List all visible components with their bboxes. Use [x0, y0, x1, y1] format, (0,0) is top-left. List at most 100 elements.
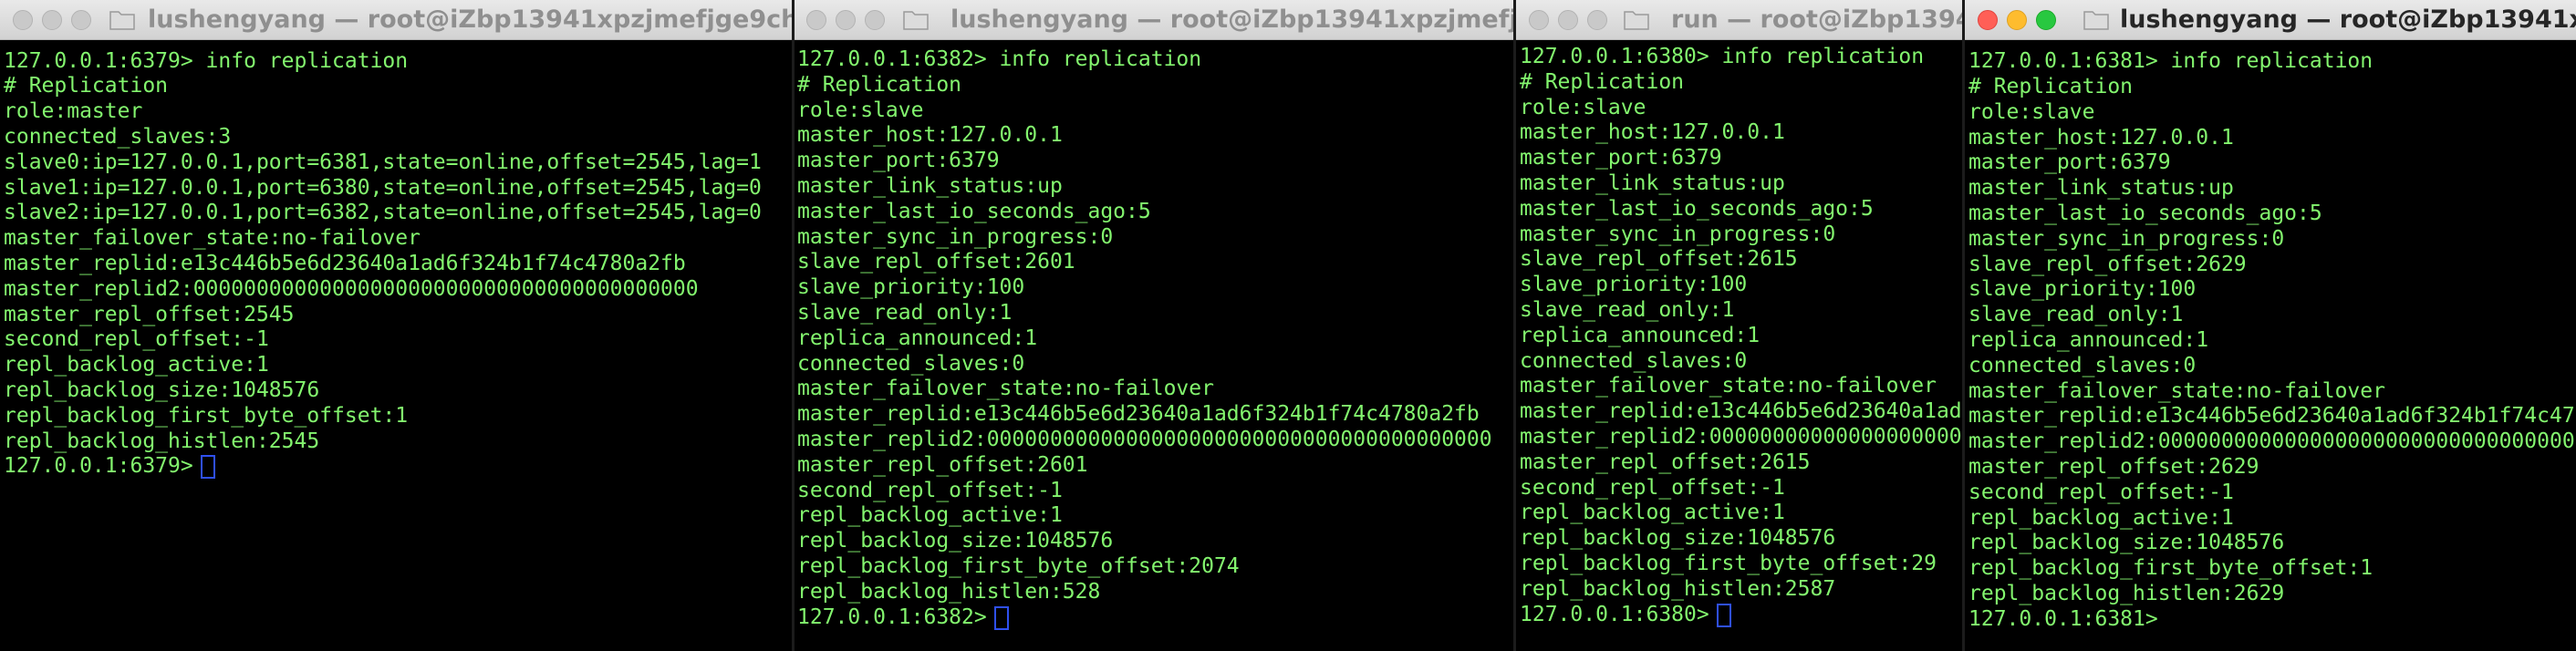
terminal-line: master_replid:e13c446b5e6d23640a1ad6f324… — [1968, 404, 2576, 428]
terminal-line: connected_slaves:0 — [797, 352, 1025, 376]
title-bar[interactable]: lushengyang — root@iZbp13941xpzjmef — [1965, 0, 2576, 40]
command-prompt[interactable]: 127.0.0.1:6382> — [797, 605, 1009, 630]
terminal-line: slave_read_only:1 — [797, 301, 1013, 325]
terminal-line: 127.0.0.1:6380> info replication — [1520, 45, 1925, 68]
title-bar[interactable]: lushengyang — root@iZbp13941xpzjmefjge9c… — [794, 0, 1514, 40]
terminal-line: slave_read_only:1 — [1968, 303, 2184, 326]
terminal-line: second_repl_offset:-1 — [1520, 476, 1785, 500]
terminal-line: replica_announced:1 — [1520, 324, 1761, 347]
terminal-window-6380[interactable]: run — root@iZbp13941xpzjme 127.0.0.1:638… — [1516, 0, 1963, 651]
terminal-line: master_replid:e13c446b5e6d23640a1ad6f324… — [1520, 399, 1963, 423]
terminal-line: second_repl_offset:-1 — [1968, 480, 2234, 504]
minimize-button[interactable] — [836, 10, 856, 30]
terminal-line: slave_repl_offset:2615 — [1520, 247, 1798, 271]
title-bar[interactable]: lushengyang — root@iZbp13941xpzjmefjge9c… — [0, 0, 792, 40]
terminal-line: connected_slaves:0 — [1968, 354, 2197, 377]
terminal-line: repl_backlog_size:1048576 — [797, 529, 1114, 553]
terminal-line: master_repl_offset:2545 — [4, 303, 295, 326]
terminal-line: slave_repl_offset:2601 — [797, 250, 1075, 274]
terminal-output[interactable]: 127.0.0.1:6381> info replication # Repli… — [1965, 40, 2576, 651]
terminal-line: repl_backlog_active:1 — [1520, 501, 1785, 524]
terminal-line: 127.0.0.1:6379> info replication — [4, 49, 409, 73]
zoom-button[interactable] — [865, 10, 885, 30]
text-cursor — [1716, 603, 1731, 627]
minimize-button[interactable] — [42, 10, 62, 30]
terminal-line: master_last_io_seconds_ago:5 — [797, 200, 1151, 223]
terminal-line: repl_backlog_active:1 — [797, 503, 1063, 527]
terminal-line: repl_backlog_size:1048576 — [1968, 531, 2285, 554]
terminal-output[interactable]: 127.0.0.1:6382> info replication # Repli… — [794, 40, 1514, 651]
title-bar[interactable]: run — root@iZbp13941xpzjme — [1516, 0, 1963, 40]
folder-icon — [2083, 11, 2109, 30]
window-divider — [1962, 0, 1965, 651]
terminal-line: replica_announced:1 — [797, 326, 1038, 350]
terminal-line: role:master — [4, 99, 143, 123]
close-button[interactable] — [806, 10, 826, 30]
terminal-line: repl_backlog_size:1048576 — [4, 378, 320, 402]
close-button[interactable] — [1978, 10, 1998, 30]
terminal-line: slave1:ip=127.0.0.1,port=6380,state=onli… — [4, 176, 762, 200]
terminal-line: 127.0.0.1:6382> info replication — [797, 47, 1202, 71]
terminal-line: slave_priority:100 — [1968, 277, 2197, 301]
window-title: lushengyang — root@iZbp13941xpzjmef — [2120, 5, 2576, 34]
terminal-line: # Replication — [4, 74, 169, 98]
command-prompt[interactable]: 127.0.0.1:6381> — [1968, 607, 2158, 632]
terminal-line: connected_slaves:0 — [1520, 349, 1748, 373]
terminal-line: slave0:ip=127.0.0.1,port=6381,state=onli… — [4, 150, 762, 174]
close-button[interactable] — [13, 10, 33, 30]
command-prompt[interactable]: 127.0.0.1:6379> — [4, 454, 215, 479]
terminal-line: role:slave — [797, 98, 924, 122]
terminal-line: master_host:127.0.0.1 — [797, 123, 1063, 147]
terminal-line: repl_backlog_first_byte_offset:1 — [1968, 556, 2373, 580]
terminal-line: role:slave — [1968, 100, 2095, 124]
terminal-line: second_repl_offset:-1 — [4, 327, 269, 351]
terminal-line: master_replid2:0000000000000000000000000… — [4, 277, 699, 301]
terminal-line: repl_backlog_active:1 — [1968, 506, 2234, 530]
terminal-line: master_repl_offset:2601 — [797, 453, 1088, 477]
terminal-window-6379[interactable]: lushengyang — root@iZbp13941xpzjmefjge9c… — [0, 0, 792, 651]
terminal-line: slave_priority:100 — [1520, 273, 1748, 296]
terminal-line: master_host:127.0.0.1 — [1520, 120, 1785, 144]
minimize-button[interactable] — [2007, 10, 2027, 30]
terminal-line: master_failover_state:no-failover — [797, 377, 1214, 400]
zoom-button[interactable] — [71, 10, 91, 30]
terminal-line: master_failover_state:no-failover — [4, 226, 421, 250]
terminal-window-6381[interactable]: lushengyang — root@iZbp13941xpzjmef 127.… — [1965, 0, 2576, 651]
terminal-output[interactable]: 127.0.0.1:6380> info replication # Repli… — [1516, 40, 1963, 651]
window-title: lushengyang — root@iZbp13941xpzjmefjge9c… — [950, 5, 1514, 34]
zoom-button[interactable] — [2036, 10, 2056, 30]
terminal-line: master_failover_state:no-failover — [1520, 374, 1937, 398]
close-button[interactable] — [1529, 10, 1549, 30]
prompt-text: 127.0.0.1:6380> — [1520, 603, 1709, 626]
window-divider — [792, 0, 795, 651]
terminal-line: master_last_io_seconds_ago:5 — [1520, 197, 1874, 221]
terminal-line: # Replication — [1968, 75, 2134, 98]
terminal-output[interactable]: 127.0.0.1:6379> info replication # Repli… — [0, 40, 792, 651]
zoom-button[interactable] — [1587, 10, 1607, 30]
text-cursor — [200, 454, 215, 479]
terminal-line: repl_backlog_active:1 — [4, 353, 269, 377]
folder-icon — [109, 11, 135, 30]
terminal-line: master_link_status:up — [797, 174, 1063, 198]
terminal-line: master_link_status:up — [1520, 171, 1785, 195]
terminal-line: repl_backlog_first_byte_offset:2074 — [797, 554, 1240, 578]
terminal-window-6382[interactable]: lushengyang — root@iZbp13941xpzjmefjge9c… — [794, 0, 1514, 651]
terminal-line: master_sync_in_progress:0 — [797, 225, 1114, 249]
command-prompt[interactable]: 127.0.0.1:6380> — [1520, 603, 1731, 627]
terminal-line: # Replication — [1520, 70, 1685, 94]
folder-icon — [903, 11, 929, 30]
terminal-line: master_sync_in_progress:0 — [1968, 227, 2285, 251]
prompt-text: 127.0.0.1:6381> — [1968, 607, 2158, 631]
terminal-line: master_repl_offset:2629 — [1968, 455, 2259, 479]
terminal-line: slave_read_only:1 — [1520, 298, 1735, 322]
terminal-line: master_replid:e13c446b5e6d23640a1ad6f324… — [797, 402, 1480, 426]
terminal-line: master_replid2:0000000000000000000000000… — [1520, 425, 1963, 449]
text-cursor — [993, 605, 1009, 630]
minimize-button[interactable] — [1558, 10, 1578, 30]
terminal-line: master_last_io_seconds_ago:5 — [1968, 202, 2322, 225]
terminal-line: master_port:6379 — [1968, 150, 2171, 174]
terminal-line: master_port:6379 — [797, 149, 1000, 172]
terminal-line: role:slave — [1520, 96, 1646, 119]
terminal-line: repl_backlog_histlen:2545 — [4, 429, 320, 453]
terminal-line: master_host:127.0.0.1 — [1968, 126, 2234, 150]
